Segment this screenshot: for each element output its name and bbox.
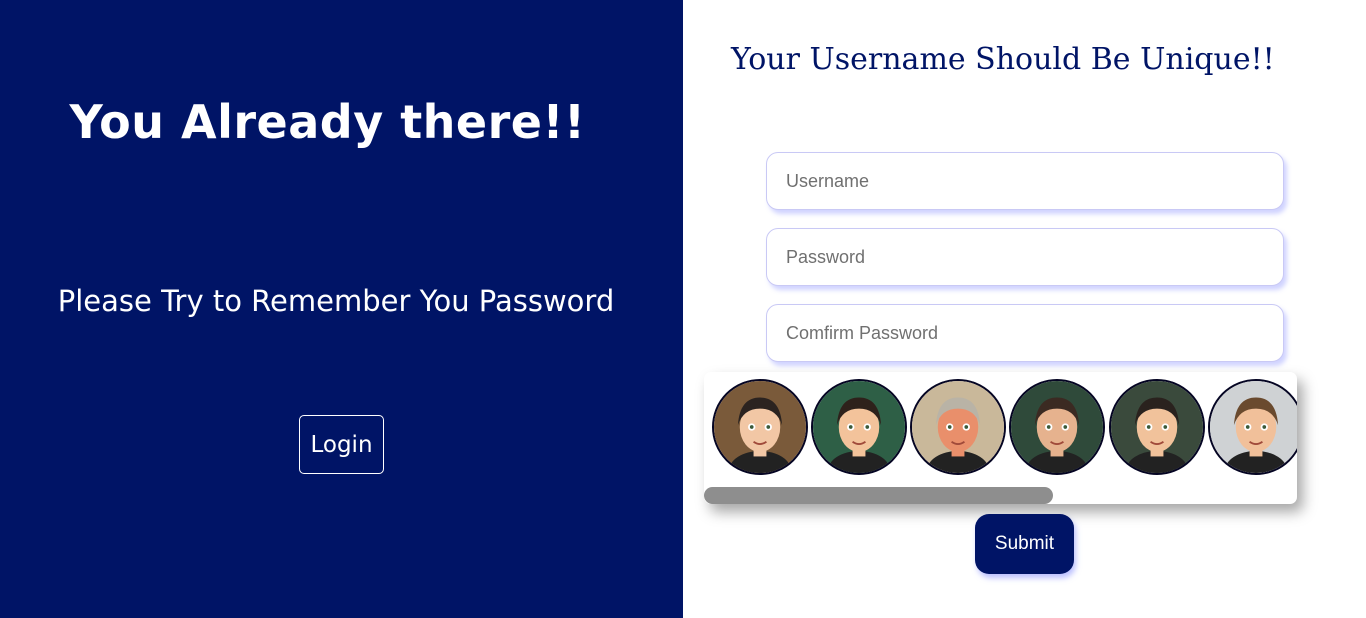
avatar-picker[interactable]: [704, 372, 1297, 504]
password-input[interactable]: [766, 228, 1284, 286]
form-title: Your Username Should Be Unique!!: [731, 42, 1275, 77]
avatar-1[interactable]: [712, 379, 808, 475]
avatar-3[interactable]: [910, 379, 1006, 475]
left-title: You Already there!!: [69, 95, 586, 149]
horizontal-scrollbar[interactable]: [704, 487, 1053, 504]
avatar-image: [1111, 381, 1203, 473]
avatar-image: [714, 381, 806, 473]
avatar-image: [1210, 381, 1297, 473]
avatar-4[interactable]: [1009, 379, 1105, 475]
submit-button[interactable]: Submit: [975, 514, 1074, 574]
avatar-image: [1011, 381, 1103, 473]
left-panel: You Already there!! Please Try to Rememb…: [0, 0, 683, 618]
avatar-5[interactable]: [1109, 379, 1205, 475]
confirm-password-input[interactable]: [766, 304, 1284, 362]
avatar-2[interactable]: [811, 379, 907, 475]
avatar-image: [813, 381, 905, 473]
username-input[interactable]: [766, 152, 1284, 210]
avatar-6[interactable]: [1208, 379, 1297, 475]
login-button[interactable]: Login: [299, 415, 384, 474]
avatar-image: [912, 381, 1004, 473]
left-subtitle: Please Try to Remember You Password: [57, 284, 615, 318]
